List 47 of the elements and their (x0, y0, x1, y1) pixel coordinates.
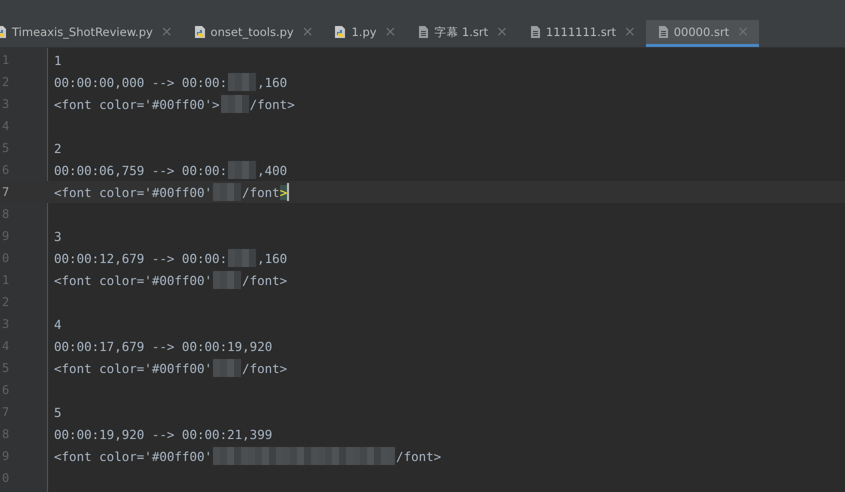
editor-tab[interactable]: 字幕 1.srt × (406, 20, 518, 47)
matched-bracket: > (280, 184, 288, 200)
code-text: <font color='#00ff00'> (54, 96, 220, 112)
close-icon[interactable]: × (384, 24, 396, 40)
code-text: 00:00:00,000 --> 00:00: (54, 74, 228, 90)
python-file-icon (333, 25, 348, 39)
pixelated-redaction (228, 73, 256, 91)
code-text: 1 (54, 52, 62, 68)
editor-tab[interactable]: 1111111.srt × (518, 20, 646, 47)
code-text: /font> (250, 96, 295, 112)
editor-tab[interactable]: Timeaxis_ShotReview.py × (0, 20, 183, 47)
editor-tab[interactable]: 00000.srt × (646, 20, 759, 47)
close-icon[interactable]: × (160, 24, 173, 40)
editor-tab[interactable]: onset_tools.py × (182, 20, 324, 47)
pixelated-redaction (228, 249, 256, 267)
code-text: ,160 (257, 74, 288, 90)
code-text: 00:00:17,679 --> 00:00:19,920 (54, 338, 272, 354)
code-text: 5 (54, 404, 62, 420)
code-text: 00:00:06,759 --> 00:00: (54, 162, 228, 178)
text-caret (287, 183, 290, 201)
editor-tab[interactable]: 1.py × (323, 20, 406, 47)
code-text: 00:00:19,920 --> 00:00:21,399 (54, 426, 272, 442)
code-text: <font color='#00ff00' (54, 184, 212, 200)
close-icon[interactable]: × (302, 24, 314, 40)
pixelated-redaction (228, 161, 256, 179)
close-icon[interactable]: × (496, 24, 508, 40)
code-text: <font color='#00ff00' (54, 272, 212, 288)
pixelated-redaction (213, 359, 242, 377)
code-text: 3 (54, 228, 62, 244)
pixelated-redaction (213, 183, 242, 201)
code-text: <font color='#00ff00' (54, 448, 212, 464)
code-text: ,160 (257, 250, 288, 266)
code-text: ,400 (257, 162, 288, 178)
pixelated-redaction (213, 271, 242, 289)
code-text: /font> (242, 360, 288, 376)
code-text: 4 (54, 316, 62, 332)
text-file-icon (416, 25, 430, 39)
line-number: 7 (1, 185, 10, 199)
code-text: <font color='#00ff00' (54, 360, 212, 376)
code-text: /font> (242, 272, 288, 288)
pixelated-redaction (220, 95, 249, 113)
close-icon[interactable]: × (624, 24, 636, 40)
python-file-icon (192, 25, 207, 39)
code-text: /font (242, 184, 280, 200)
code-text: 00:00:12,679 --> 00:00: (54, 250, 228, 266)
code-text: 2 (54, 140, 62, 156)
code-text: /font> (396, 448, 442, 464)
